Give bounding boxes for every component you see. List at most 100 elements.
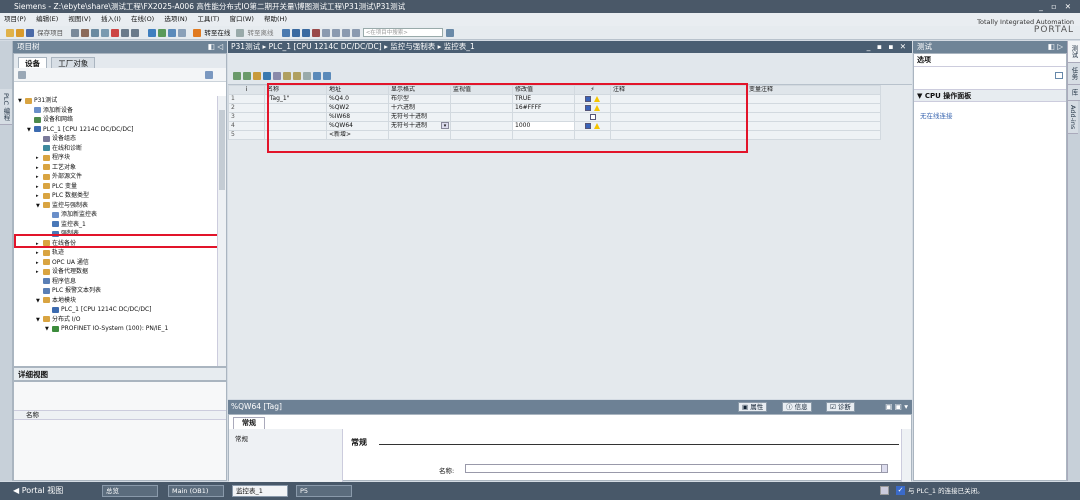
paste-icon[interactable] — [101, 29, 110, 37]
cpu-panel-header[interactable]: ▼ CPU 操作面板 — [914, 89, 1066, 102]
tree-scroll-thumb[interactable] — [219, 110, 225, 190]
vtab-addins[interactable]: Add-ins — [1068, 100, 1078, 134]
tree-node[interactable]: PLC_1 [CPU 1214C DC/DC/DC] — [14, 305, 214, 315]
tree-node[interactable]: 在线和诊断 — [14, 144, 214, 154]
tab-info[interactable]: ⓘ 信息 — [782, 402, 812, 412]
tree-node[interactable]: ▸ PLC 数据类型 — [14, 191, 214, 201]
menu-help[interactable]: 帮助(H) — [264, 15, 287, 23]
row-tag-comment[interactable] — [746, 94, 881, 104]
start-cpu-icon[interactable] — [291, 29, 300, 37]
vtab-testing[interactable]: 测试 — [1068, 41, 1080, 63]
menu-edit[interactable]: 编辑(E) — [36, 15, 58, 23]
modify-with-trigger-icon[interactable] — [263, 72, 271, 80]
task-watch-table-1[interactable]: 监控表_1 — [232, 485, 288, 497]
tree-node[interactable]: ▸ 工艺对象 — [14, 163, 214, 173]
expand-toggle-icon[interactable]: ▼ — [18, 97, 25, 107]
tab-plant-objects[interactable]: 工厂对象 — [51, 57, 96, 68]
row-tag-comment[interactable] — [746, 130, 881, 140]
row-tag-comment[interactable] — [746, 112, 881, 122]
expand-toggle-icon[interactable]: ▼ — [36, 297, 43, 307]
modify-now-icon[interactable] — [253, 72, 261, 80]
tree-node[interactable]: ▼ 本地模块 — [14, 296, 214, 306]
window-controls[interactable]: _ ▫ ✕ — [1039, 0, 1074, 13]
menu-insert[interactable]: 插入(I) — [101, 15, 121, 23]
options-toggle-icon[interactable] — [1055, 72, 1063, 79]
tab-diagnostics[interactable]: ☑ 诊断 — [826, 402, 855, 412]
copy-icon[interactable] — [91, 29, 100, 37]
maximize-editor-icon[interactable] — [341, 29, 350, 37]
download-icon[interactable] — [158, 29, 167, 37]
task-main-ob1[interactable]: Main (OB1) — [168, 485, 224, 497]
save-icon[interactable] — [26, 29, 34, 37]
tree-node[interactable]: ▼ PLC_1 [CPU 1214C DC/DC/DC] — [14, 125, 214, 135]
add-row-icon[interactable] — [243, 72, 251, 80]
tree-node[interactable]: 监控表_1 — [14, 220, 214, 230]
undo-icon[interactable] — [121, 29, 130, 37]
save-project-button[interactable]: 保存项目 — [37, 29, 63, 37]
menu-project[interactable]: 项目(P) — [4, 15, 26, 23]
plc-programming-tab[interactable]: PLC 编程 — [0, 89, 12, 126]
tree-node[interactable]: PLC 报警文本列表 — [14, 286, 214, 296]
tree-node[interactable]: 程序信息 — [14, 277, 214, 287]
tab-properties[interactable]: ▣ 属性 — [738, 402, 768, 412]
tree-node[interactable]: ▸ PLC 变量 — [14, 182, 214, 192]
split-vertical-icon[interactable] — [331, 29, 340, 37]
portal-view-button[interactable]: ◀ Portal 视图 — [10, 485, 66, 497]
row-tag-comment[interactable] — [746, 121, 881, 131]
monitor-all-icon[interactable] — [313, 72, 321, 80]
print-icon[interactable] — [71, 29, 80, 37]
expand-toggle-icon[interactable]: ▼ — [36, 202, 43, 212]
split-horizontal-icon[interactable] — [321, 29, 330, 37]
go-offline-icon[interactable] — [236, 29, 245, 37]
upload-icon[interactable] — [168, 29, 177, 37]
inspector-general-tab[interactable]: 常规 — [233, 417, 265, 429]
tree-node[interactable]: ▸ 轨迹 — [14, 248, 214, 258]
inspector-scrollbar[interactable] — [901, 429, 911, 482]
tree-node[interactable]: 添加新监控表 — [14, 210, 214, 220]
tree-node[interactable]: ▸ 设备代理数据 — [14, 267, 214, 277]
open-project-icon[interactable] — [16, 29, 24, 37]
editor-window-controls[interactable]: _ ▪ ▪ ✕ — [867, 41, 908, 53]
stop-cpu-icon[interactable] — [301, 29, 310, 37]
go-online-icon[interactable] — [193, 29, 202, 37]
menu-options[interactable]: 选项(N) — [164, 15, 187, 23]
task-overview[interactable]: 总览 — [102, 485, 158, 497]
tree-node[interactable]: 设备组态 — [14, 134, 214, 144]
compile-icon[interactable] — [148, 29, 157, 37]
monitor-all-alt-icon[interactable] — [323, 72, 331, 80]
monitor-once-icon[interactable] — [303, 72, 311, 80]
go-offline-button[interactable]: 转至离线 — [248, 29, 274, 37]
menu-view[interactable]: 视图(V) — [68, 15, 91, 23]
task-card-controls-icon[interactable]: ◧ ▷ — [1048, 41, 1063, 53]
detail-view-header[interactable]: 详细视图 — [13, 367, 227, 381]
tree-node[interactable]: ▸ OPC UA 通信 — [14, 258, 214, 268]
task-p5[interactable]: P5 — [296, 485, 352, 497]
tree-node[interactable]: 添加新设备 — [14, 106, 214, 116]
vtab-tasks[interactable]: 任务 — [1068, 63, 1080, 85]
redo-icon[interactable] — [131, 29, 140, 37]
enable-peripheral-outputs-icon[interactable] — [273, 72, 281, 80]
cut-icon[interactable] — [81, 29, 90, 37]
view-toggle-icon[interactable] — [205, 71, 213, 79]
tab-devices[interactable]: 设备 — [18, 57, 47, 68]
collapse-panel-icon[interactable]: ◧ ◁ — [208, 41, 223, 53]
tree-node[interactable]: ▼ 监控与强制表 — [14, 201, 214, 211]
go-online-button[interactable]: 转至在线 — [204, 29, 230, 37]
delete-icon[interactable] — [111, 29, 120, 37]
expand-toggle-icon[interactable]: ▼ — [27, 126, 34, 136]
tree-scrollbar[interactable] — [217, 96, 226, 366]
show-all-columns-icon[interactable] — [283, 72, 291, 80]
row-tag-comment[interactable] — [746, 103, 881, 113]
tree-node[interactable]: 设备和网络 — [14, 115, 214, 125]
status-log-icon[interactable] — [880, 486, 889, 495]
tree-node[interactable]: ▼ PROFINET IO-System (100): PN/IE_1 — [14, 324, 214, 334]
name-field[interactable] — [465, 464, 887, 473]
tree-node[interactable]: ▼ 分布式 I/O — [14, 315, 214, 325]
inspector-controls-icon[interactable]: ▣ ▣ ▾ — [885, 400, 908, 414]
simulation-icon[interactable] — [178, 29, 187, 37]
tree-node[interactable]: ▸ 程序块 — [14, 153, 214, 163]
tree-node[interactable]: ▼ P31测试 — [14, 96, 214, 106]
show-extended-mode-icon[interactable] — [293, 72, 301, 80]
insert-row-icon[interactable] — [233, 72, 241, 80]
vtab-libraries[interactable]: 库 — [1068, 85, 1080, 101]
